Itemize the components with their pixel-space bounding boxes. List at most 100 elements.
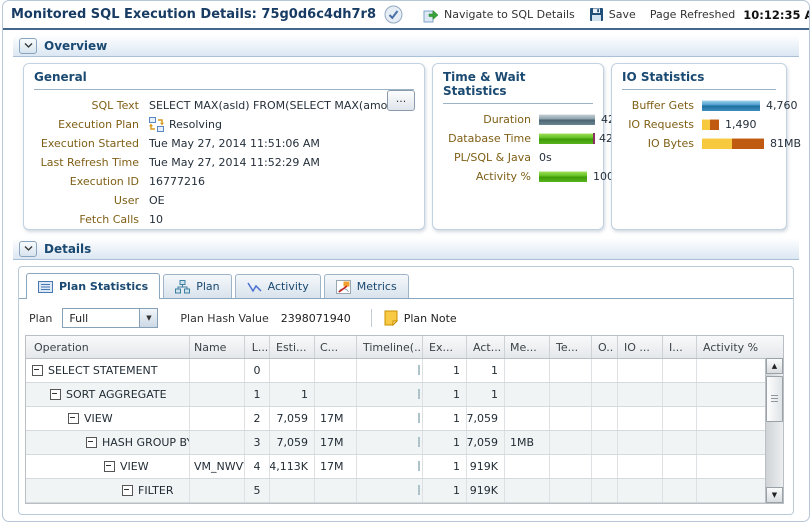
col-temp[interactable]: Te... <box>550 336 592 358</box>
timeline-cell <box>357 359 423 382</box>
execution-id-row: Execution ID 16777216 <box>34 172 414 191</box>
divider <box>34 89 414 90</box>
sql-text-value: SELECT MAX(asld) FROM(SELECT MAX(amo <box>149 99 387 112</box>
col-operation[interactable]: Operation <box>26 336 190 358</box>
collapse-node-icon[interactable] <box>104 461 115 472</box>
col-actual-rows[interactable]: Act... <box>467 336 505 358</box>
overview-section-header: Overview <box>13 35 799 57</box>
timeline-cell <box>357 431 423 454</box>
io-bytes-bar <box>702 138 764 149</box>
dropdown-arrow-icon[interactable]: ▼ <box>139 309 157 327</box>
timeline-cell <box>357 503 423 504</box>
refreshed-label: Page Refreshed <box>650 8 735 21</box>
scroll-down-button[interactable]: ▼ <box>766 487 783 503</box>
plan-statistics-table: Operation Name L... Esti... C... Timelin… <box>25 335 784 504</box>
timeline-cell <box>357 407 423 430</box>
timeline-tick <box>418 413 420 423</box>
table-row[interactable]: VIEW 2 7,059 17M 1 7,059 <box>26 407 783 431</box>
io-bytes-row-bar <box>663 503 665 504</box>
table-row[interactable]: SORT AGGREGATE 1 1 1 1 <box>26 383 783 407</box>
col-line[interactable]: L... <box>245 336 270 358</box>
timeline-cell <box>357 455 423 478</box>
table-row[interactable]: HASH GROUP BY 3 7,059 17M 1 7,059 1MB <box>26 431 783 455</box>
divider <box>443 103 593 104</box>
details-title: Details <box>44 242 91 256</box>
divider <box>371 309 372 327</box>
col-memory[interactable]: Me... <box>505 336 550 358</box>
plan-dropdown[interactable]: Full ▼ <box>62 308 158 328</box>
col-cost[interactable]: C... <box>315 336 357 358</box>
page: Monitored SQL Execution Details: 75g0d6c… <box>2 0 810 522</box>
table-row[interactable]: FILTER 5 1 919K <box>26 479 783 503</box>
col-activity-pct[interactable]: Activity % <box>697 336 765 358</box>
activity-icon <box>247 280 262 294</box>
tab-plan[interactable]: Plan <box>163 274 231 298</box>
plan-note-icon <box>384 310 398 326</box>
col-other[interactable]: O.. <box>592 336 618 358</box>
overview-cards: General SQL Text SELECT MAX(asld) FROM(S… <box>23 63 787 230</box>
col-executions[interactable]: Ex... <box>423 336 467 358</box>
collapse-node-icon[interactable] <box>68 413 79 424</box>
io-requests-bar <box>702 119 719 130</box>
operation-label: SORT AGGREGATE <box>66 388 167 401</box>
plan-dropdown-label: Plan <box>29 312 52 325</box>
collapse-node-icon[interactable] <box>50 389 61 400</box>
col-timeline[interactable]: Timeline(... <box>357 336 423 358</box>
save-button[interactable]: Save <box>589 7 636 22</box>
sql-text-row: SQL Text SELECT MAX(asld) FROM(SELECT MA… <box>34 96 414 115</box>
plan-note-label[interactable]: Plan Note <box>404 312 457 325</box>
operation-label: FILTER <box>138 484 174 497</box>
collapse-node-icon[interactable] <box>122 485 133 496</box>
metrics-icon <box>336 280 351 294</box>
collapse-node-icon[interactable] <box>86 437 97 448</box>
io-bytes-row: IO Bytes 81MB <box>622 134 776 153</box>
col-io-requests[interactable]: IO ... <box>618 336 663 358</box>
table-row[interactable]: VIEW VM_NWVW 4 4,113K 17M 1 919K <box>26 455 783 479</box>
user-row: User OE <box>34 191 414 210</box>
collapse-node-icon[interactable] <box>32 365 43 376</box>
buffer-gets-bar <box>702 100 760 111</box>
page-refreshed: Page Refreshed 10:12:35 AM GMT-0500 <box>650 8 810 22</box>
plsql-java-row: PL/SQL & Java 0s <box>443 148 593 167</box>
collapse-overview-button[interactable] <box>19 38 37 54</box>
duration-bar <box>539 114 595 125</box>
operation-label: HASH GROUP BY <box>102 436 190 449</box>
time-wait-title: Time & Wait Statistics <box>443 70 593 98</box>
vertical-scrollbar[interactable]: ▲ ▼ <box>765 358 783 503</box>
plan-statistics-icon <box>38 280 53 294</box>
table-header-row: Operation Name L... Esti... C... Timelin… <box>26 336 783 359</box>
details-section-header: Details <box>13 238 799 260</box>
timeline-tick <box>418 365 420 375</box>
execution-started-row: Execution Started Tue May 27, 2014 11:51… <box>34 134 414 153</box>
tab-plan-statistics[interactable]: Plan Statistics <box>26 273 160 299</box>
collapse-details-button[interactable] <box>19 241 37 257</box>
timeline-cell <box>357 383 423 406</box>
io-requests-row-bar <box>618 503 642 504</box>
refreshed-time: 10:12:35 AM GMT-0500 <box>743 8 810 22</box>
general-title: General <box>34 70 414 84</box>
tab-metrics[interactable]: Metrics <box>324 274 409 298</box>
col-estimated-rows[interactable]: Esti... <box>270 336 315 358</box>
scroll-up-button[interactable]: ▲ <box>766 358 783 374</box>
col-io-bytes[interactable]: I... <box>663 336 697 358</box>
table-row-partial[interactable] <box>26 503 783 504</box>
timeline-tick <box>418 437 420 447</box>
timeline-tick <box>418 461 420 471</box>
operation-label: VIEW <box>84 412 113 425</box>
scrollbar-thumb[interactable] <box>766 376 783 422</box>
table-row[interactable]: SELECT STATEMENT 0 1 1 <box>26 359 783 383</box>
divider <box>622 89 776 90</box>
activity-pct-bar <box>539 171 587 182</box>
page-title: Monitored SQL Execution Details: 75g0d6c… <box>11 7 376 22</box>
col-name[interactable]: Name <box>190 336 245 358</box>
save-icon <box>589 7 604 22</box>
fetch-calls-row: Fetch Calls 10 <box>34 210 414 229</box>
database-time-row: Database Time 42.1s <box>443 129 593 148</box>
activity-row-bar <box>698 503 732 504</box>
sql-text-more-button[interactable]: ... <box>387 90 415 111</box>
tab-activity[interactable]: Activity <box>235 274 321 298</box>
details-box: Plan Statistics Plan Activity Metrics <box>18 266 794 515</box>
top-bar: Monitored SQL Execution Details: 75g0d6c… <box>3 1 809 30</box>
navigate-to-sql-details-button[interactable]: Navigate to SQL Details <box>423 7 575 23</box>
plan-hash-value: 2398071940 <box>281 312 351 325</box>
